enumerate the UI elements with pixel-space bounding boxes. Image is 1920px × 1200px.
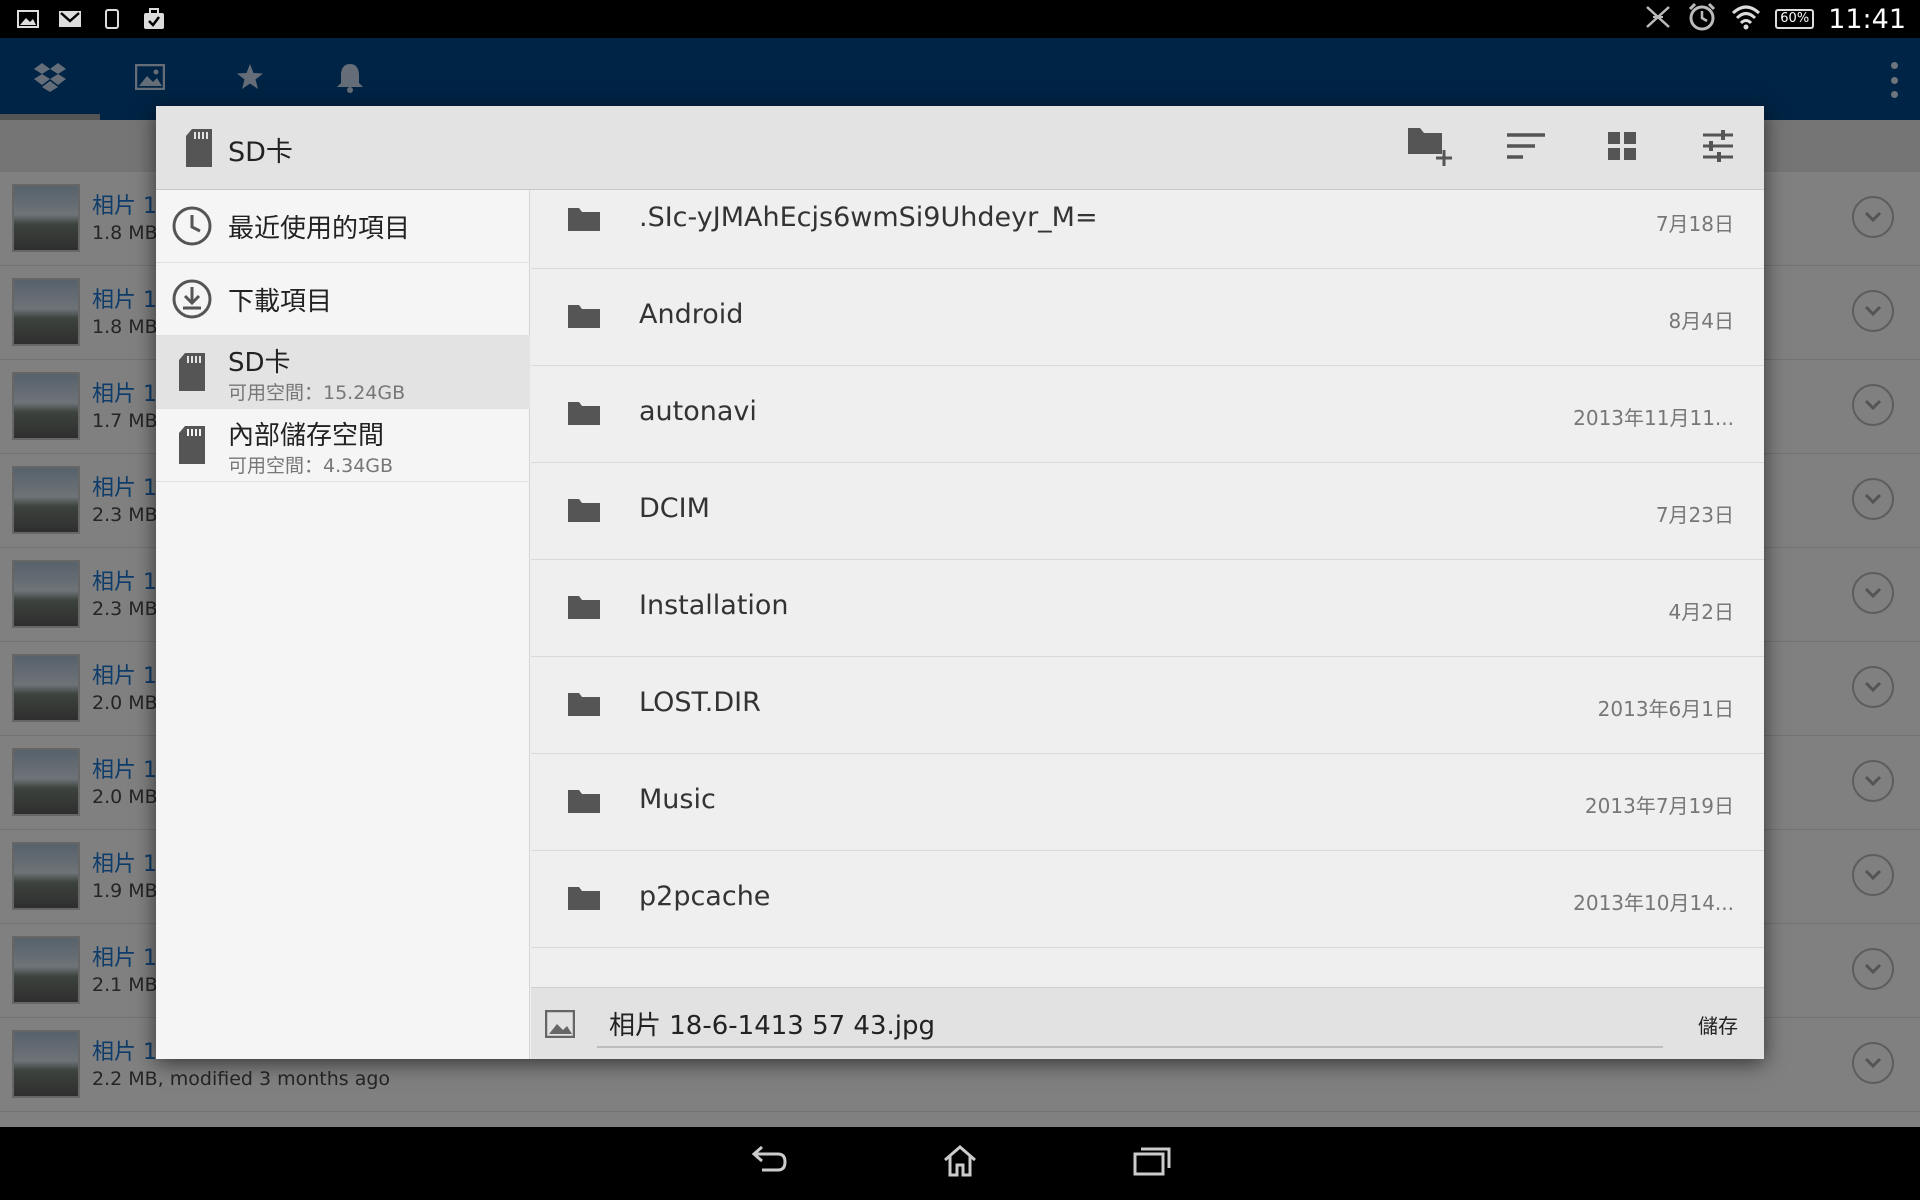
sd-card-icon xyxy=(184,128,214,172)
folder-icon xyxy=(567,497,601,527)
free-space-text: 可用空間：4.34GB xyxy=(228,455,394,477)
filename-input[interactable] xyxy=(597,1000,1663,1048)
folder-icon xyxy=(567,885,601,915)
gmail-icon xyxy=(58,8,82,30)
folder-icon xyxy=(567,691,601,721)
sort-icon xyxy=(1505,131,1547,165)
folder-date: 2013年6月1日 xyxy=(1597,697,1734,721)
sidebar-item-label: 最近使用的項目 xyxy=(228,214,411,244)
settings-sliders-icon xyxy=(1701,129,1735,167)
folder-row[interactable]: DCIM 7月23日 xyxy=(531,463,1764,560)
folder-row[interactable]: .SIc-yJMAhEcjs6wmSi9Uhdeyr_M= 7月18日 xyxy=(531,190,1764,269)
folder-name: DCIM xyxy=(639,493,710,524)
dialog-header: SD卡 xyxy=(156,106,1764,190)
recents-button[interactable] xyxy=(1130,1145,1174,1181)
folder-row[interactable]: LOST.DIR 2013年6月1日 xyxy=(531,657,1764,754)
image-file-icon xyxy=(544,1009,576,1042)
free-space-text: 可用空間：15.24GB xyxy=(228,382,406,404)
sort-button[interactable] xyxy=(1498,120,1554,176)
folder-date: 8月4日 xyxy=(1668,309,1734,333)
download-icon xyxy=(170,277,214,321)
settings-button[interactable] xyxy=(1690,120,1746,176)
folder-icon xyxy=(567,206,601,236)
battery-indicator: 60% xyxy=(1775,9,1815,29)
sd-card-icon xyxy=(170,423,214,467)
folder-row[interactable]: p2pcache 2013年10月14... xyxy=(531,851,1764,948)
recents-icon xyxy=(1133,1146,1171,1180)
folder-icon xyxy=(567,303,601,333)
phone-icon xyxy=(100,8,124,30)
folder-icon xyxy=(567,788,601,818)
sidebar-item-internal-storage[interactable]: 內部儲存空間 可用空間：4.34GB xyxy=(156,409,530,482)
folder-icon xyxy=(567,400,601,430)
folder-name: Android xyxy=(639,299,744,330)
navigation-bar xyxy=(0,1127,1920,1200)
save-bar: 儲存 xyxy=(531,987,1764,1059)
sidebar-item-sd-card[interactable]: SD卡 可用空間：15.24GB xyxy=(156,336,530,409)
back-icon xyxy=(748,1145,788,1180)
alarm-icon xyxy=(1687,2,1717,36)
folder-date: 2013年7月19日 xyxy=(1584,794,1734,818)
image-icon xyxy=(16,8,40,30)
sidebar-item-label: SD卡 xyxy=(228,348,291,378)
mute-icon xyxy=(1643,3,1673,35)
dialog-title: SD卡 xyxy=(228,137,293,168)
sidebar-item-label: 下載項目 xyxy=(228,287,333,317)
folder-name: Installation xyxy=(639,590,789,621)
grid-view-button[interactable] xyxy=(1594,120,1650,176)
folder-date: 2013年11月11... xyxy=(1573,406,1734,430)
grid-view-icon xyxy=(1607,131,1637,165)
sidebar-item-label: 內部儲存空間 xyxy=(228,421,385,451)
folder-date: 7月18日 xyxy=(1655,212,1734,236)
folder-name: p2pcache xyxy=(639,881,771,912)
location-sidebar: 最近使用的項目 下載項目 SD卡 可用空間：15.24GB 內部儲存空間 可用空… xyxy=(156,190,530,1059)
sd-card-icon xyxy=(170,350,214,394)
back-button[interactable] xyxy=(746,1145,790,1181)
clock-time: 11:41 xyxy=(1828,3,1906,35)
save-button[interactable]: 儲存 xyxy=(1698,1010,1738,1039)
sidebar-item-downloads[interactable]: 下載項目 xyxy=(156,263,530,336)
folder-name: LOST.DIR xyxy=(639,687,761,718)
status-bar: 60% 11:41 xyxy=(0,0,1920,38)
briefcase-check-icon xyxy=(142,8,166,30)
home-button[interactable] xyxy=(938,1145,982,1181)
folder-name: autonavi xyxy=(639,396,757,427)
clock-icon xyxy=(170,204,214,248)
save-file-dialog: SD卡 最近使用的項目 下載項目 SD卡 可用空間：15.24GB 內部儲存空間… xyxy=(156,106,1764,1059)
folder-list: .SIc-yJMAhEcjs6wmSi9Uhdeyr_M= 7月18日 Androi… xyxy=(531,190,1764,987)
folder-row[interactable]: Music 2013年7月19日 xyxy=(531,754,1764,851)
wifi-icon xyxy=(1731,4,1761,34)
folder-row[interactable]: autonavi 2013年11月11... xyxy=(531,366,1764,463)
folder-date: 2013年10月14... xyxy=(1573,891,1734,915)
folder-date: 4月2日 xyxy=(1668,600,1734,624)
folder-date: 7月23日 xyxy=(1655,503,1734,527)
folder-row[interactable]: Installation 4月2日 xyxy=(531,560,1764,657)
folder-name: .SIc-yJMAhEcjs6wmSi9Uhdeyr_M= xyxy=(639,202,1098,233)
folder-name: Music xyxy=(639,784,716,815)
new-folder-icon xyxy=(1406,124,1454,172)
home-icon xyxy=(942,1145,978,1181)
folder-row[interactable]: Android 8月4日 xyxy=(531,269,1764,366)
sidebar-item-recent[interactable]: 最近使用的項目 xyxy=(156,190,530,263)
new-folder-button[interactable] xyxy=(1402,120,1458,176)
folder-icon xyxy=(567,594,601,624)
